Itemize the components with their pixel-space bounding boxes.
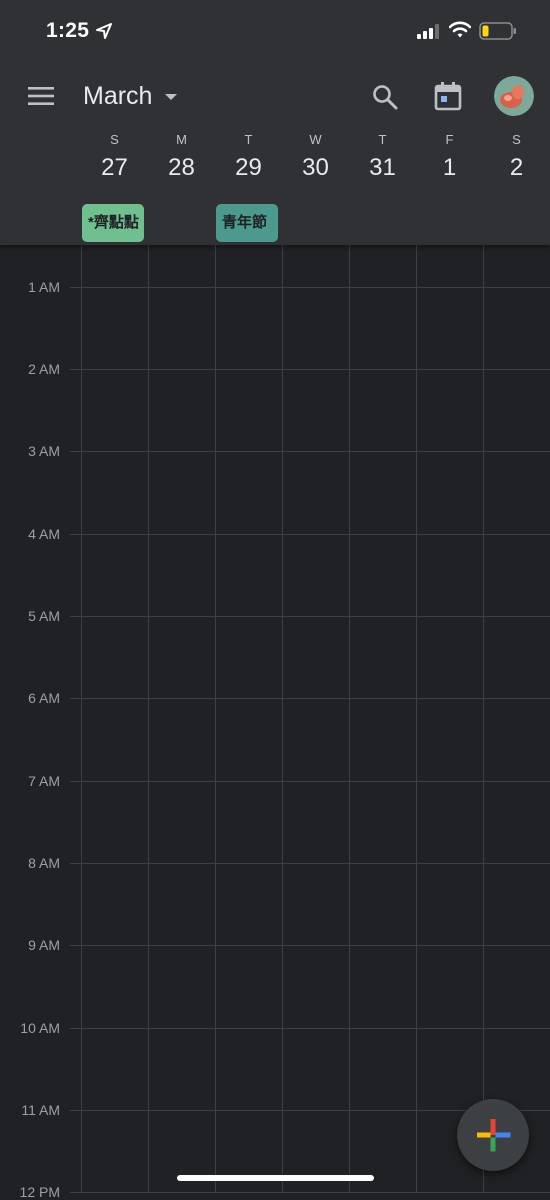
day-column-header[interactable]: W 30 xyxy=(282,131,349,182)
status-time: 1:25 xyxy=(46,19,90,42)
day-number: 30 xyxy=(302,154,329,181)
day-number: 29 xyxy=(235,154,262,181)
day-divider xyxy=(148,245,149,1192)
hour-label: 8 AM xyxy=(28,855,60,871)
day-column-header[interactable]: T 29 xyxy=(215,131,282,182)
hour-label: 7 AM xyxy=(28,773,60,789)
hour-label: 5 AM xyxy=(28,608,60,624)
hour-line xyxy=(70,616,550,617)
cellular-signal-icon xyxy=(417,24,439,39)
battery-icon xyxy=(479,22,516,40)
day-letter: T xyxy=(378,132,387,147)
day-letter: S xyxy=(110,132,119,147)
plus-icon xyxy=(477,1119,511,1152)
create-event-button[interactable] xyxy=(457,1099,529,1171)
hour-line xyxy=(70,781,550,782)
all-day-event-chip[interactable]: *齊點點 xyxy=(82,204,144,242)
hour-line xyxy=(70,945,550,946)
app-header: 1:25 March S 27 M 28 T 29 W 30 T 31 F 1 … xyxy=(0,0,550,245)
day-column-header[interactable]: M 28 xyxy=(148,131,215,182)
month-title[interactable]: March xyxy=(83,82,152,111)
hour-label: 4 AM xyxy=(28,526,60,542)
day-divider xyxy=(81,245,82,1192)
calendar-today-icon[interactable] xyxy=(432,80,464,112)
search-icon[interactable] xyxy=(370,82,400,112)
hour-line xyxy=(70,534,550,535)
day-number: 27 xyxy=(101,154,128,181)
day-number: 31 xyxy=(369,154,396,181)
hour-line xyxy=(70,863,550,864)
hour-label: 11 AM xyxy=(21,1102,60,1118)
day-column-header[interactable]: S 27 xyxy=(81,131,148,182)
menu-button[interactable] xyxy=(24,80,58,112)
day-column-header[interactable]: T 31 xyxy=(349,131,416,182)
account-avatar[interactable] xyxy=(494,76,534,116)
hour-line xyxy=(70,369,550,370)
location-arrow-icon xyxy=(96,23,112,39)
caret-down-icon[interactable] xyxy=(162,92,180,102)
hour-line xyxy=(70,1028,550,1029)
hour-line xyxy=(70,451,550,452)
home-indicator[interactable] xyxy=(177,1175,374,1181)
hour-label: 1 AM xyxy=(28,279,60,295)
day-letter: S xyxy=(512,132,521,147)
week-time-grid[interactable]: 1 AM 2 AM 3 AM 4 AM 5 AM 6 AM 7 AM 8 AM … xyxy=(0,245,550,1200)
hour-line xyxy=(70,1192,550,1193)
hamburger-menu-icon xyxy=(28,87,54,105)
hour-line xyxy=(70,287,550,288)
hour-label: 10 AM xyxy=(20,1020,60,1036)
hour-line xyxy=(70,698,550,699)
day-number: 2 xyxy=(509,154,524,181)
day-column-header[interactable]: F 1 xyxy=(416,131,483,182)
day-letter: T xyxy=(244,132,253,147)
all-day-event-chip[interactable]: 青年節 xyxy=(216,204,278,242)
hour-label: 6 AM xyxy=(28,690,60,706)
day-number: 28 xyxy=(168,154,195,181)
day-divider xyxy=(349,245,350,1192)
day-column-header[interactable]: S 2 xyxy=(483,131,550,182)
hour-label: 12 PM xyxy=(19,1184,60,1200)
wifi-icon xyxy=(449,21,471,38)
day-letter: W xyxy=(309,132,322,147)
day-divider xyxy=(282,245,283,1192)
hour-label: 9 AM xyxy=(28,937,60,953)
day-divider xyxy=(215,245,216,1192)
day-number: 1 xyxy=(442,154,457,181)
hour-label: 2 AM xyxy=(28,361,60,377)
day-letter: F xyxy=(445,132,454,147)
day-divider xyxy=(483,245,484,1192)
day-letter: M xyxy=(176,132,187,147)
day-divider xyxy=(416,245,417,1192)
hour-label: 3 AM xyxy=(28,443,60,459)
